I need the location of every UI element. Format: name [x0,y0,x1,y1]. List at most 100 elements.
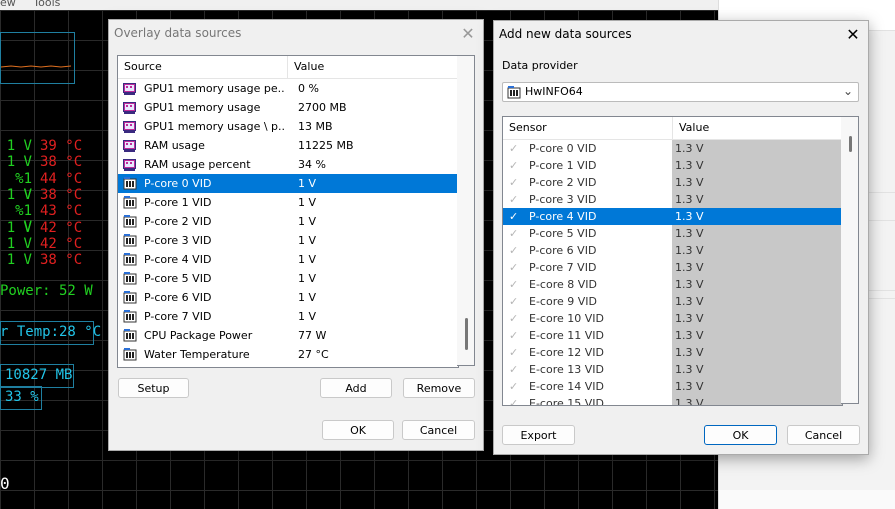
hwinfo-icon [123,234,137,247]
list-item[interactable]: GPU1 memory usage \ p... 13 MB [118,117,458,136]
list-item[interactable]: ✓ E-core 12 VID 1.3 V [503,344,842,361]
source-name: P-core 3 VID [144,234,212,247]
hwinfo-icon [123,177,137,190]
check-icon: ✓ [509,261,519,274]
osd-temperature-value: 39 °C [40,138,83,154]
source-value: 77 W [298,329,327,342]
list-item[interactable]: P-core 6 VID 1 V [118,288,458,307]
check-icon: ✓ [509,397,519,406]
list-item[interactable]: ✓ E-core 15 VID 1.3 V [503,395,842,406]
add-button[interactable]: Add [320,378,392,398]
overlay-sources-list[interactable]: Source Value GPU1 memory usage pe... 0 % G… [117,55,459,368]
list-item[interactable]: RAM usage percent 34 % [118,155,458,174]
scrollbar-thumb[interactable] [465,318,468,350]
provider-value: HwINFO64 [525,85,583,98]
list-item[interactable]: ✓ P-core 5 VID 1.3 V [503,225,842,242]
dialog-title: Add new data sources [499,27,632,41]
list-item[interactable]: P-core 0 VID 1 V [118,174,458,193]
check-icon: ✓ [509,193,519,206]
cancel-button[interactable]: Cancel [402,420,475,440]
menu-tools[interactable]: Tools [33,0,60,9]
column-header-source[interactable]: Source [118,56,288,78]
osd-voltage-value: 1 V [6,235,32,252]
sensor-list-scrollbar[interactable] [841,116,859,404]
sensor-value: 1.3 V [672,378,842,395]
list-item[interactable]: Water Temperature 27 °C [118,345,458,364]
list-item[interactable]: ✓ E-core 14 VID 1.3 V [503,378,842,395]
data-provider-label: Data provider [502,59,578,72]
source-name: P-core 2 VID [144,215,212,228]
list-item[interactable]: ✓ E-core 13 VID 1.3 V [503,361,842,378]
list-item[interactable]: P-core 3 VID 1 V [118,231,458,250]
osd-graph-frame [0,32,75,84]
sensor-name: P-core 1 VID [529,159,597,172]
list-item[interactable]: ✓ P-core 3 VID 1.3 V [503,191,842,208]
sensor-value: 1.3 V [672,157,842,174]
list-item[interactable]: ✓ P-core 6 VID 1.3 V [503,242,842,259]
list-item[interactable]: ✓ P-core 0 VID 1.3 V [503,140,842,157]
memory-icon [123,82,136,95]
list-item[interactable]: GPU1 memory usage 2700 MB [118,98,458,117]
source-name: RAM usage [144,139,205,152]
hwinfo-icon [123,253,137,266]
sensor-value: 1.3 V [672,361,842,378]
osd-voltage-value: 1 V [6,219,32,236]
list-item[interactable]: RAM usage 11225 MB [118,136,458,155]
sensor-value: 1.3 V [672,242,842,259]
setup-button[interactable]: Setup [118,378,189,398]
list-item[interactable]: ✓ P-core 1 VID 1.3 V [503,157,842,174]
close-icon[interactable]: ✕ [840,23,866,47]
list-item[interactable]: P-core 7 VID 1 V [118,307,458,326]
hwinfo-icon [123,272,137,285]
list-item[interactable]: P-core 2 VID 1 V [118,212,458,231]
source-value: 1 V [298,310,317,323]
scrollbar-thumb[interactable] [849,136,852,152]
list-item[interactable]: ✓ E-core 11 VID 1.3 V [503,327,842,344]
sensor-value: 1.3 V [672,344,842,361]
osd-pct-text: 33 % [5,389,39,405]
menu-view[interactable]: ew [0,0,16,9]
list-item[interactable]: GPU1 memory usage pe... 0 % [118,79,458,98]
sensor-name: E-core 10 VID [529,312,604,325]
list-item[interactable]: CPU Package Power 77 W [118,326,458,345]
source-value: 27 °C [298,348,329,361]
export-button[interactable]: Export [502,425,575,445]
list-item[interactable]: ✓ E-core 9 VID 1.3 V [503,293,842,310]
source-value: 2700 MB [298,101,347,114]
source-value: 1 V [298,291,317,304]
sensor-name: P-core 7 VID [529,261,597,274]
source-value: 11225 MB [298,139,354,152]
list-item[interactable]: P-core 4 VID 1 V [118,250,458,269]
column-header-sensor[interactable]: Sensor [503,117,673,139]
list-item[interactable]: P-core 1 VID 1 V [118,193,458,212]
list-item[interactable]: ✓ P-core 4 VID 1.3 V [503,208,842,225]
overlay-list-scrollbar[interactable] [457,55,475,366]
list-item[interactable]: ✓ P-core 2 VID 1.3 V [503,174,842,191]
list-item[interactable]: ✓ E-core 8 VID 1.3 V [503,276,842,293]
ok-button[interactable]: OK [322,420,394,440]
source-name: P-core 7 VID [144,310,212,323]
check-icon: ✓ [509,363,519,376]
column-header-value[interactable]: Value [288,56,457,78]
sensor-name: E-core 8 VID [529,278,597,291]
remove-button[interactable]: Remove [403,378,475,398]
sensor-name: P-core 4 VID [529,210,597,223]
data-provider-select[interactable]: HwINFO64 ⌄ [502,82,859,102]
close-icon[interactable]: ✕ [455,22,481,46]
list-item[interactable]: ✓ E-core 10 VID 1.3 V [503,310,842,327]
sensor-list[interactable]: Sensor Value ✓ P-core 0 VID 1.3 V ✓ P-core 1… [502,116,843,406]
overlay-data-sources-dialog: Overlay data sources ✕ Source Value GPU1… [108,19,484,451]
check-icon: ✓ [509,210,519,223]
sensor-name: P-core 2 VID [529,176,597,189]
memory-icon [123,158,136,171]
hwinfo-icon [123,196,137,209]
list-item[interactable]: P-core 5 VID 1 V [118,269,458,288]
column-header-value[interactable]: Value [673,117,841,139]
chevron-down-icon: ⌄ [842,84,853,98]
ok-button[interactable]: OK [704,425,777,445]
list-item[interactable]: ✓ P-core 7 VID 1.3 V [503,259,842,276]
sensor-name: E-core 15 VID [529,397,604,406]
sensor-name: E-core 11 VID [529,329,604,342]
list-header: Sensor Value [503,117,842,140]
cancel-button[interactable]: Cancel [787,425,860,445]
